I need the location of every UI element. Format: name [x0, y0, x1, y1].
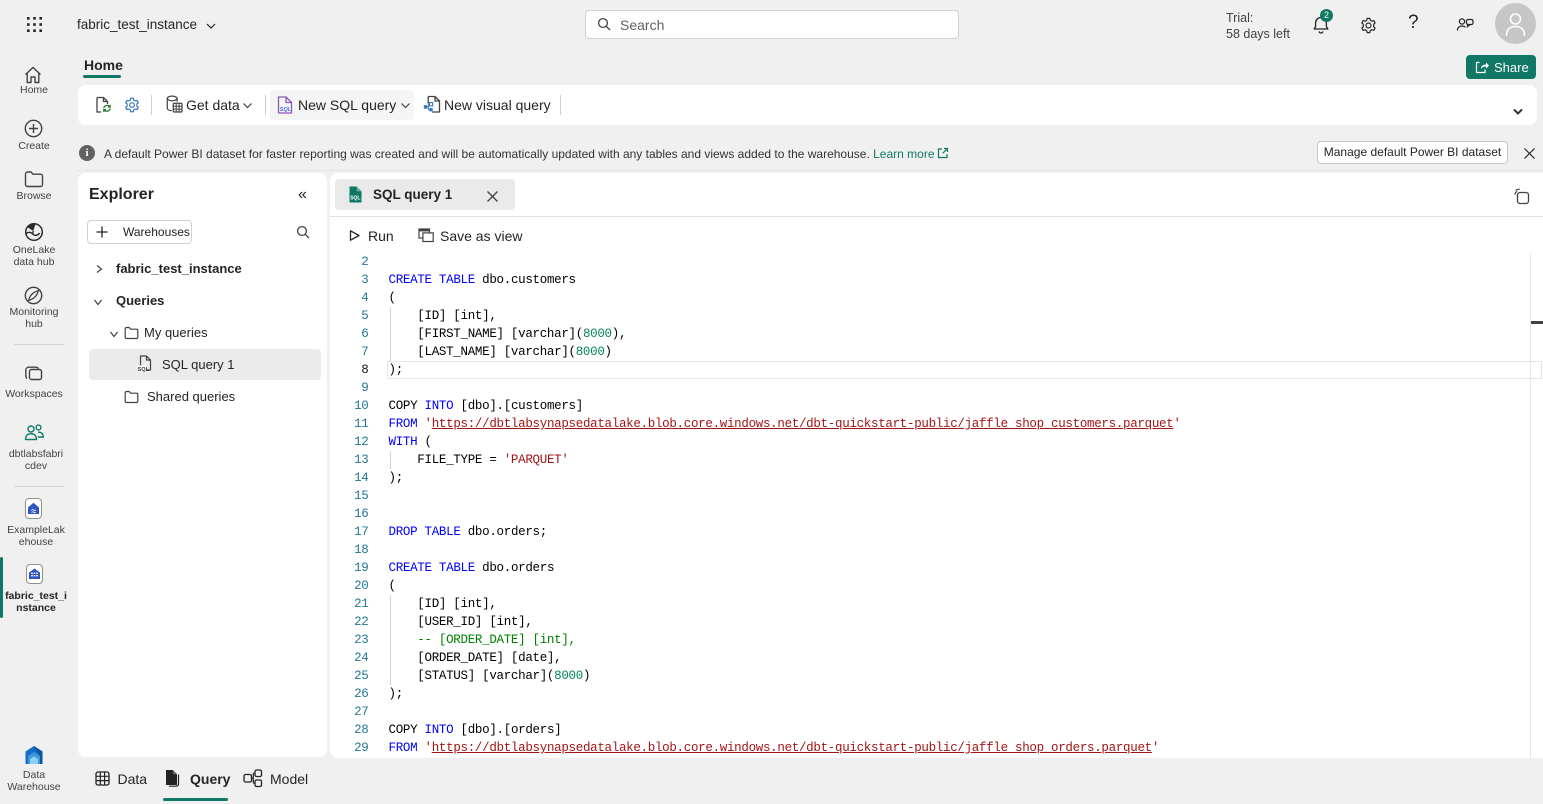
- svg-text:SQL: SQL: [138, 367, 150, 373]
- svg-text:SQL: SQL: [280, 107, 292, 113]
- svg-text:SQL: SQL: [350, 196, 360, 202]
